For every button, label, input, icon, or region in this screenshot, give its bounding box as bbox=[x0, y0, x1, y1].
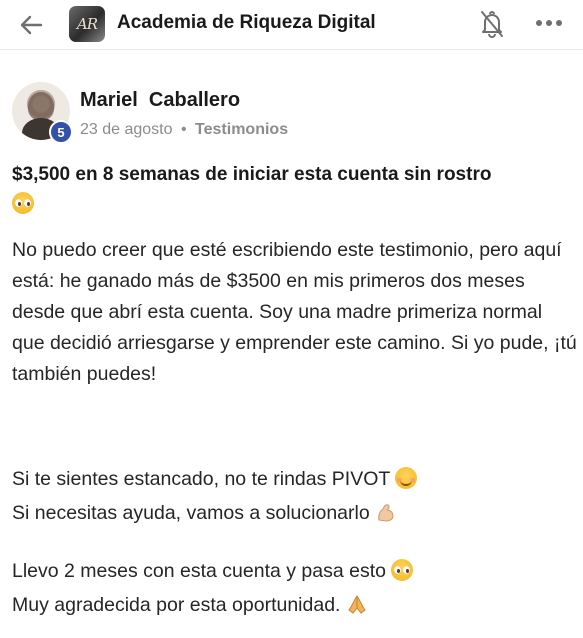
notifications-button[interactable] bbox=[478, 9, 506, 39]
post-title: $3,500 en 8 semanas de iniciar esta cuen… bbox=[12, 160, 577, 220]
post-paragraph-text: Si te sientes estancado, no te rindas PI… bbox=[12, 468, 390, 490]
group-logo[interactable]: AR bbox=[69, 6, 105, 42]
post-meta: 23 de agosto • Testimonios bbox=[80, 121, 288, 139]
group-title[interactable]: Academia de Riqueza Digital bbox=[117, 12, 376, 34]
arrow-left-icon bbox=[20, 15, 43, 35]
bell-off-icon bbox=[481, 11, 503, 38]
author-name[interactable]: Mariel Caballero bbox=[80, 89, 240, 112]
avatar-hair-shape bbox=[28, 92, 54, 120]
folded-hands-emoji-icon bbox=[346, 593, 368, 615]
post-paragraph: Si te sientes estancado, no te rindas PI… bbox=[12, 464, 577, 495]
post-date: 23 de agosto bbox=[80, 121, 173, 138]
more-options-button[interactable] bbox=[534, 13, 564, 33]
post-paragraph-text: No puedo creer que esté escribiendo este… bbox=[12, 239, 577, 385]
group-logo-mark: AR bbox=[76, 15, 98, 33]
flexed-biceps-emoji-icon bbox=[375, 501, 397, 523]
top-app-bar: AR Academia de Riqueza Digital bbox=[0, 0, 583, 50]
back-button[interactable] bbox=[17, 10, 47, 40]
post-paragraph-text: Llevo 2 meses con esta cuenta y pasa est… bbox=[12, 560, 386, 582]
post-paragraph: No puedo creer que esté escribiendo este… bbox=[12, 235, 577, 390]
post-title-text: $3,500 en 8 semanas de iniciar esta cuen… bbox=[12, 164, 492, 185]
post-paragraph: Llevo 2 meses con esta cuenta y pasa est… bbox=[12, 556, 577, 587]
more-horizontal-icon bbox=[536, 20, 562, 26]
author-level-badge: 5 bbox=[49, 120, 73, 144]
post-category-link[interactable]: Testimonios bbox=[195, 121, 288, 138]
post-paragraph-text: Muy agradecida por esta oportunidad. bbox=[12, 594, 341, 616]
meta-separator: • bbox=[180, 121, 187, 138]
pleading-face-emoji-icon bbox=[391, 559, 414, 581]
post-paragraph: Si necesitas ayuda, vamos a solucionarlo bbox=[12, 498, 577, 529]
post-paragraph: Muy agradecida por esta oportunidad. bbox=[12, 590, 577, 621]
smiling-face-emoji-icon bbox=[395, 467, 418, 489]
pleading-face-emoji-icon bbox=[12, 192, 34, 214]
post-paragraph-text: Si necesitas ayuda, vamos a solucionarlo bbox=[12, 502, 370, 524]
